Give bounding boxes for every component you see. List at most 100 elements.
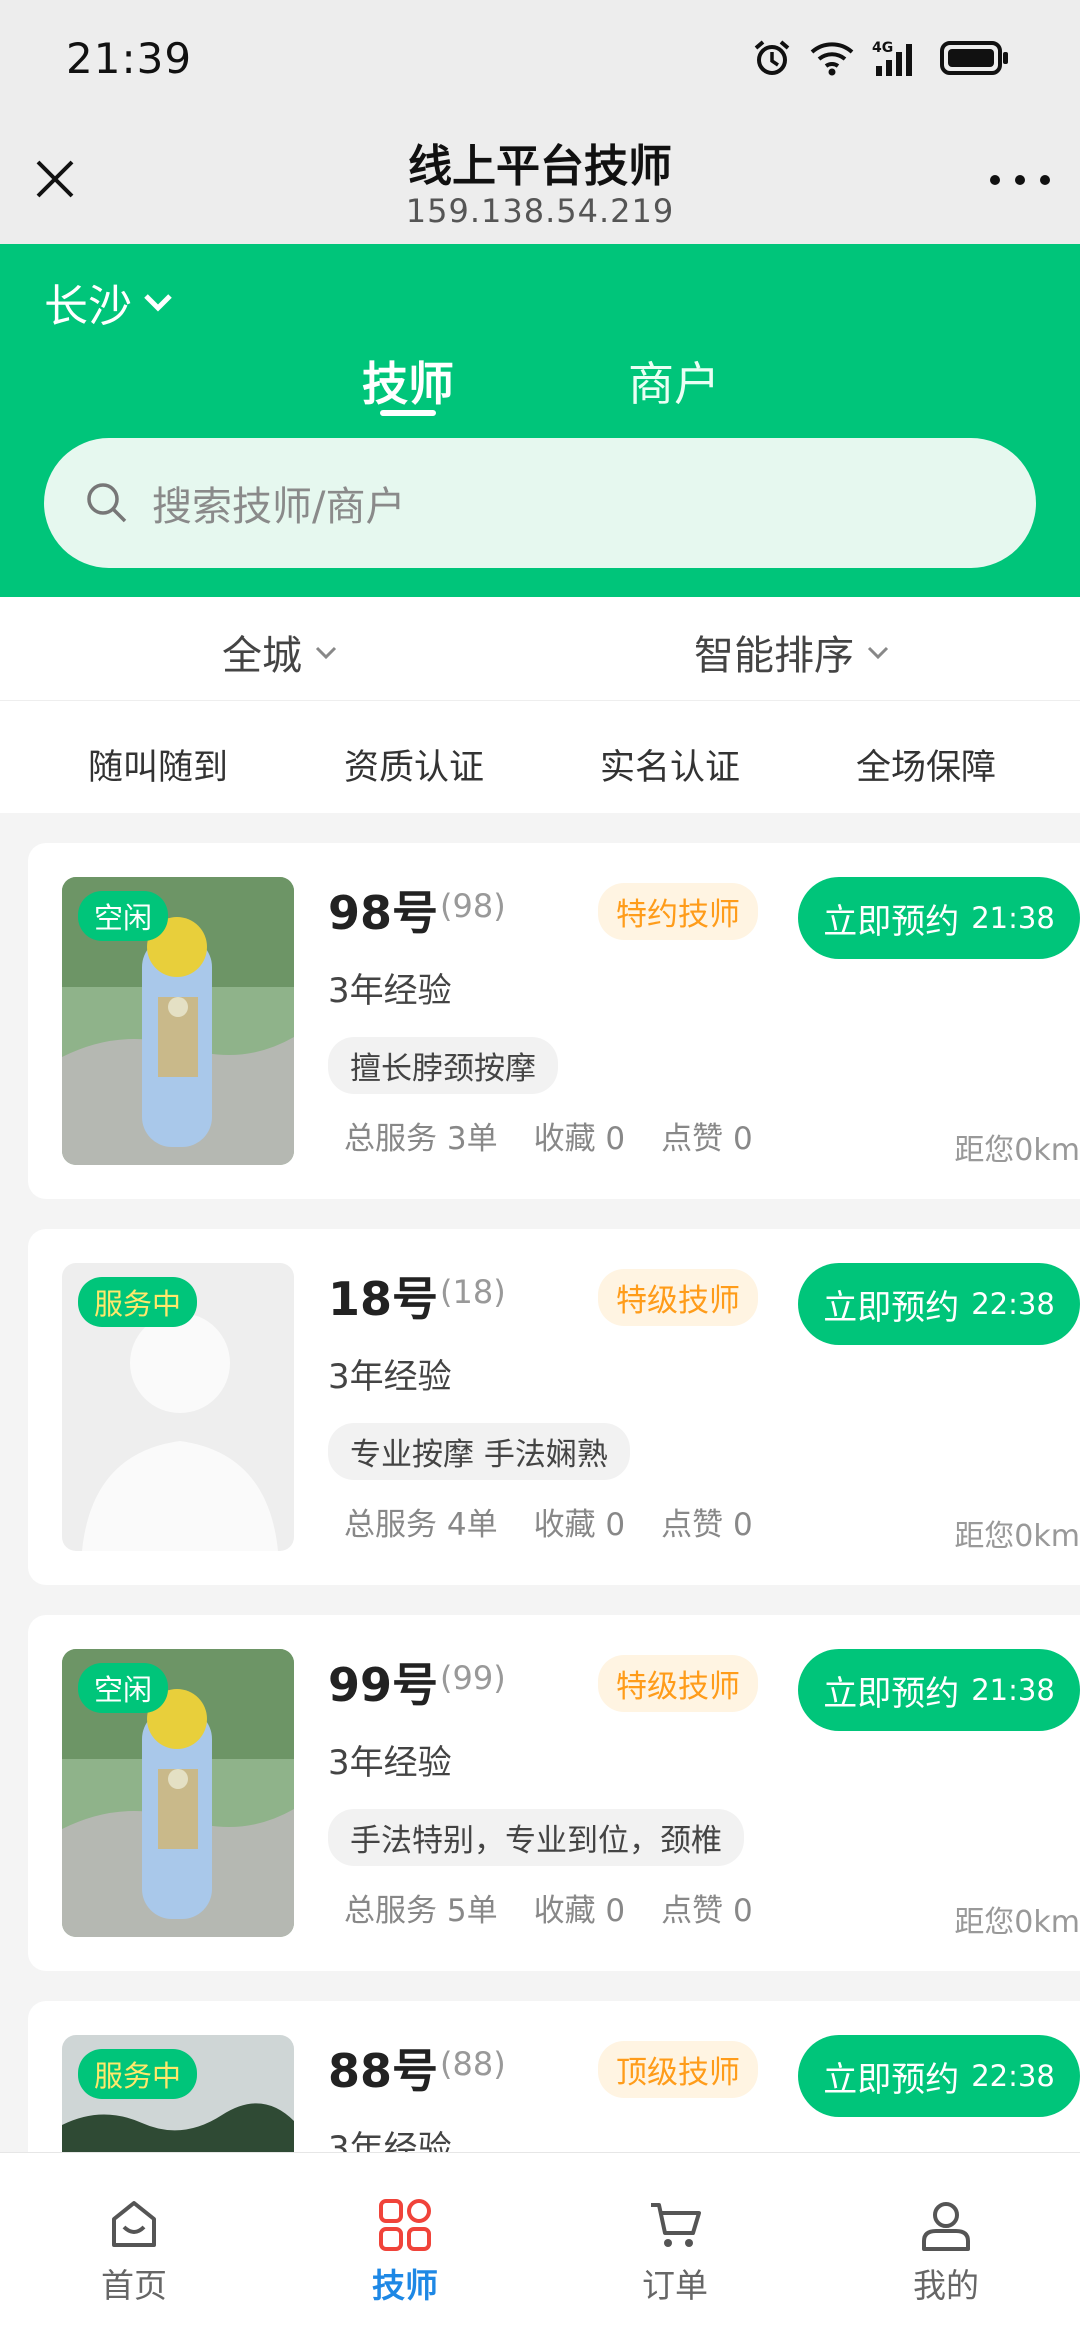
wifi-icon (810, 42, 854, 76)
bottom-nav: 首页 技师 订单 我的 (0, 2152, 1080, 2340)
distance: 距您0km (954, 1905, 1080, 1940)
book-time: 22:38 (971, 2059, 1055, 2093)
nav-home[interactable]: 首页 (44, 2197, 224, 2307)
favorite-count: 收藏 0 (533, 1507, 626, 1543)
book-time: 22:38 (971, 1287, 1055, 1321)
tab-active-indicator (380, 410, 436, 416)
svg-text:4G: 4G (872, 40, 893, 56)
distance: 距您0km (954, 1133, 1080, 1168)
like-count: 点赞 0 (661, 1121, 753, 1157)
book-now-button[interactable]: 立即预约 22:38 (798, 2035, 1080, 2117)
book-label: 立即预约 (823, 901, 960, 942)
city-selector[interactable]: 长沙 (44, 270, 176, 334)
book-label: 立即预约 (823, 1673, 960, 1714)
technician-photo: 空闲 (62, 877, 294, 1165)
nav-label: 订单 (642, 2266, 708, 2305)
experience: 3年经验 (328, 971, 452, 1011)
more-button[interactable] (990, 160, 1050, 200)
battery-icon (940, 41, 1008, 75)
technician-photo: 空闲 (62, 1649, 294, 1937)
chevron-down-icon (144, 294, 172, 312)
title-bar: 线上平台技师 159.138.54.219 (0, 118, 1080, 244)
technician-card[interactable]: 空闲 98号 (98) 特约技师 立即预约 21:38 3年经验 擅长脖颈按摩 … (28, 843, 1080, 1199)
level-badge: 顶级技师 (598, 2041, 758, 2098)
area-filter-label: 全城 (222, 633, 302, 679)
page-title: 线上平台技师 (408, 141, 672, 192)
service-count: 总服务 4单 (344, 1507, 498, 1543)
search-icon (87, 483, 127, 523)
favorite-count: 收藏 0 (533, 1893, 626, 1929)
tab-technicians[interactable]: 技师 (362, 348, 454, 414)
like-count: 点赞 0 (661, 1507, 753, 1543)
more-dot-icon (990, 175, 1000, 185)
tag-on-call[interactable]: 随叫随到 (88, 739, 228, 790)
favorite-count: 收藏 0 (533, 1121, 626, 1157)
tab-merchants[interactable]: 商户 (628, 348, 720, 414)
chevron-down-icon (867, 646, 889, 660)
level-badge: 特级技师 (598, 1655, 758, 1712)
more-dot-icon (1015, 175, 1025, 185)
technician-name: 18号 (328, 1272, 439, 1326)
nav-label: 首页 (101, 2266, 167, 2305)
nav-technicians[interactable]: 技师 (315, 2197, 495, 2307)
technician-name: 99号 (328, 1658, 439, 1712)
service-tags-row: 随叫随到 资质认证 实名认证 全场保障 (0, 701, 1080, 813)
book-now-button[interactable]: 立即预约 21:38 (798, 877, 1080, 959)
status-badge: 服务中 (78, 2049, 198, 2099)
status-icons: 4G (752, 38, 1010, 78)
status-badge: 空闲 (78, 1663, 169, 1713)
more-dot-icon (1040, 175, 1050, 185)
tag-guarantee[interactable]: 全场保障 (856, 739, 996, 790)
book-label: 立即预约 (823, 2059, 960, 2100)
nav-profile[interactable]: 我的 (856, 2197, 1036, 2307)
skill-tag: 专业按摩 手法娴熟 (328, 1423, 630, 1480)
book-now-button[interactable]: 立即预约 22:38 (798, 1263, 1080, 1345)
sort-filter-label: 智能排序 (694, 633, 854, 679)
status-bar: 21:39 4G (0, 0, 1080, 118)
level-badge: 特级技师 (598, 1269, 758, 1326)
filter-row: 全城 智能排序 (0, 597, 1080, 701)
experience: 3年经验 (328, 1357, 452, 1397)
book-label: 立即预约 (823, 1287, 960, 1328)
green-header: 长沙 技师 商户 搜索技师/商户 (0, 244, 1080, 597)
alarm-icon (754, 40, 790, 75)
search-placeholder: 搜索技师/商户 (152, 484, 406, 530)
grid-icon (379, 2199, 431, 2251)
service-count: 总服务 3单 (344, 1121, 498, 1157)
nav-label: 我的 (913, 2266, 979, 2305)
skill-tag: 擅长脖颈按摩 (328, 1037, 558, 1094)
page-subtitle: 159.138.54.219 (405, 192, 675, 230)
technician-number: (98) (440, 887, 506, 925)
area-filter[interactable]: 全城 (222, 623, 340, 681)
search-input[interactable]: 搜索技师/商户 (44, 438, 1036, 568)
sort-filter[interactable]: 智能排序 (694, 623, 892, 681)
stats: 总服务 4单 收藏 0 点赞 0 (344, 1499, 753, 1544)
technician-name: 98号 (328, 886, 439, 940)
nav-orders[interactable]: 订单 (585, 2197, 765, 2307)
status-badge: 服务中 (78, 1277, 198, 1327)
stats: 总服务 5单 收藏 0 点赞 0 (344, 1885, 753, 1930)
tag-qualified[interactable]: 资质认证 (344, 739, 484, 790)
book-time: 21:38 (971, 1673, 1055, 1707)
technician-number: (18) (440, 1273, 506, 1311)
stats: 总服务 3单 收藏 0 点赞 0 (344, 1113, 753, 1158)
nav-label: 技师 (372, 2266, 438, 2305)
signal-4g-icon: 4G (872, 40, 912, 76)
technician-photo: 服务中 (62, 1263, 294, 1551)
technician-number: (99) (440, 1659, 506, 1697)
city-label: 长沙 (44, 281, 132, 332)
cart-icon (651, 2203, 701, 2247)
chevron-down-icon (315, 646, 337, 660)
level-badge: 特约技师 (598, 883, 758, 940)
tag-real-name[interactable]: 实名认证 (600, 739, 740, 790)
service-count: 总服务 5单 (344, 1893, 498, 1929)
skill-tag: 手法特别，专业到位，颈椎 (328, 1809, 744, 1866)
like-count: 点赞 0 (661, 1893, 753, 1929)
experience: 3年经验 (328, 1743, 452, 1783)
technician-card[interactable]: 服务中 18号 (18) 特级技师 立即预约 22:38 3年经验 专业按摩 手… (28, 1229, 1080, 1585)
distance: 距您0km (954, 1519, 1080, 1554)
book-time: 21:38 (971, 901, 1055, 935)
technician-card[interactable]: 空闲 99号 (99) 特级技师 立即预约 21:38 3年经验 手法特别，专业… (28, 1615, 1080, 1971)
status-time: 21:39 (66, 34, 193, 83)
book-now-button[interactable]: 立即预约 21:38 (798, 1649, 1080, 1731)
